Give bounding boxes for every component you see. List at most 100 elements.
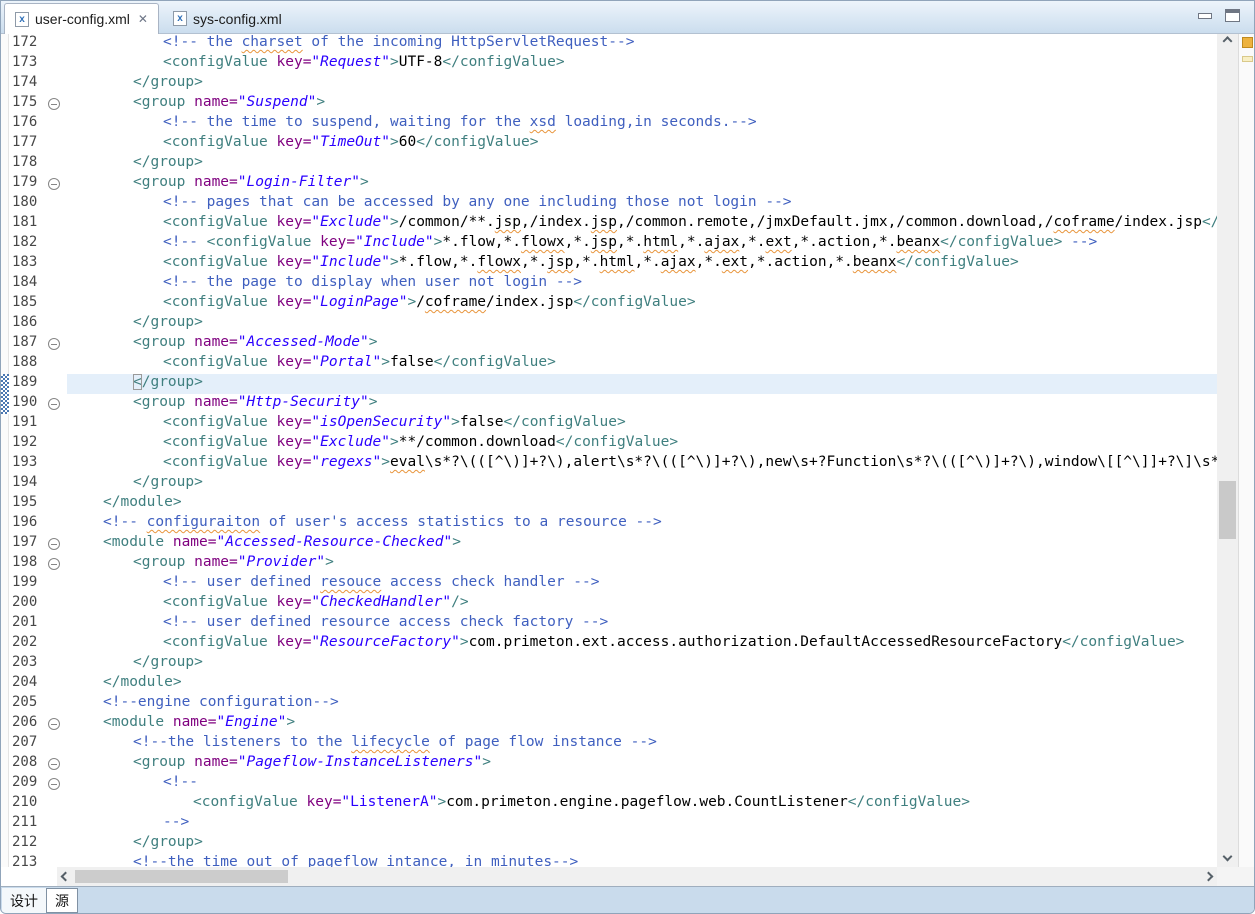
line-number: 207	[9, 734, 47, 754]
code-line[interactable]: </group>	[67, 474, 1217, 494]
code-line[interactable]: </group>	[67, 834, 1217, 854]
code-line[interactable]: </group>	[67, 654, 1217, 674]
code-line[interactable]: <!-- the charset of the incoming HttpSer…	[67, 34, 1217, 54]
line-number: 197	[9, 534, 47, 554]
horizontal-scrollbar[interactable]	[57, 867, 1217, 886]
code-token: eval	[390, 454, 425, 470]
code-token: "isOpenSecurity"	[311, 414, 451, 430]
code-line[interactable]: <group name="Suspend">	[67, 94, 1217, 114]
fold-collapse-icon[interactable]	[48, 758, 60, 770]
code-line[interactable]: <!-- user defined resource access check …	[67, 614, 1217, 634]
code-line[interactable]: </module>	[67, 494, 1217, 514]
code-token: >	[390, 54, 399, 70]
code-line[interactable]: <configValue key="Portal">false</configV…	[67, 354, 1217, 374]
code-line[interactable]: <group name="Http-Security">	[67, 394, 1217, 414]
line-number: 212	[9, 834, 47, 854]
fold-collapse-icon[interactable]	[48, 778, 60, 790]
code-line[interactable]: </group>	[67, 74, 1217, 94]
scroll-down-button[interactable]	[1217, 848, 1238, 865]
code-line[interactable]: <group name="Accessed-Mode">	[67, 334, 1217, 354]
code-line[interactable]: <module name="Engine">	[67, 714, 1217, 734]
code-line[interactable]: <!--engine configuration-->	[67, 694, 1217, 714]
code-line[interactable]: <group name="Login-Filter">	[67, 174, 1217, 194]
code-token: com.primeton.ext.access.authorization.De…	[469, 634, 1063, 650]
code-line[interactable]: <!--	[67, 774, 1217, 794]
code-line[interactable]: </group>	[67, 154, 1217, 174]
code-token: name=	[194, 754, 238, 770]
code-line[interactable]: <configValue key="ResourceFactory">com.p…	[67, 634, 1217, 654]
code-token: </group>	[133, 154, 203, 170]
overview-ruler[interactable]	[1238, 34, 1255, 867]
code-line[interactable]: <!-- <configValue key="Include">*.flow,*…	[67, 234, 1217, 254]
code-token: >	[286, 714, 295, 730]
xml-source-editor[interactable]: 1721731741751761771781791801811821831841…	[1, 34, 1217, 867]
code-line[interactable]: <!--the time out of pageflow intance, in…	[67, 854, 1217, 867]
fold-collapse-icon[interactable]	[48, 338, 60, 350]
code-line[interactable]: <configValue key="ListenerA">com.primeto…	[67, 794, 1217, 814]
line-number: 210	[9, 794, 47, 814]
editor-tab-bar: x user-config.xml ✕ x sys-config.xml	[1, 1, 1254, 34]
code-line[interactable]: <configValue key="isOpenSecurity">false<…	[67, 414, 1217, 434]
code-line[interactable]: <configValue key="Request">UTF-8</config…	[67, 54, 1217, 74]
code-line[interactable]: <!-- the page to display when user not l…	[67, 274, 1217, 294]
range-indicator	[1, 374, 9, 414]
code-line[interactable]: <configValue key="Exclude">/common/**.js…	[67, 214, 1217, 234]
code-token: <!-- user defined resource access check …	[163, 614, 608, 630]
tab-user-config-xml[interactable]: x user-config.xml ✕	[4, 3, 159, 34]
code-token: </group>	[133, 314, 203, 330]
fold-collapse-icon[interactable]	[48, 718, 60, 730]
fold-collapse-icon[interactable]	[48, 398, 60, 410]
line-number: 211	[9, 814, 47, 834]
code-line[interactable]: <module name="Accessed-Resource-Checked"…	[67, 534, 1217, 554]
code-token: >	[482, 754, 491, 770]
code-token: <!--	[163, 234, 207, 250]
code-line[interactable]: <configValue key="regexs">eval\s*?\(([^\…	[67, 454, 1217, 474]
scroll-up-button[interactable]	[1217, 34, 1238, 51]
code-line[interactable]: <!-- user defined resouce access check h…	[67, 574, 1217, 594]
bottom-tab-design[interactable]: 设计	[2, 888, 46, 913]
fold-row	[47, 594, 67, 614]
bottom-tab-source[interactable]: 源	[46, 888, 78, 913]
vertical-scrollbar[interactable]	[1217, 34, 1238, 867]
code-line[interactable]: </module>	[67, 674, 1217, 694]
fold-collapse-icon[interactable]	[48, 98, 60, 110]
fold-collapse-icon[interactable]	[48, 558, 60, 570]
overview-annotation-header[interactable]	[1242, 37, 1253, 48]
code-line[interactable]: -->	[67, 814, 1217, 834]
code-area[interactable]: <!-- the charset of the incoming HttpSer…	[67, 34, 1217, 867]
minimize-button[interactable]	[1198, 13, 1212, 19]
code-line[interactable]: <!-- the time to suspend, waiting for th…	[67, 114, 1217, 134]
code-line[interactable]: <!--the listeners to the lifecycle of pa…	[67, 734, 1217, 754]
fold-collapse-icon[interactable]	[48, 538, 60, 550]
horizontal-scroll-thumb[interactable]	[75, 870, 288, 883]
maximize-button[interactable]	[1225, 9, 1240, 22]
code-line[interactable]: <configValue key="Include">*.flow,*.flow…	[67, 254, 1217, 274]
code-token: >	[360, 174, 369, 190]
scroll-right-button[interactable]	[1200, 867, 1217, 886]
fold-row	[47, 474, 67, 494]
code-line[interactable]: <configValue key="CheckedHandler"/>	[67, 594, 1217, 614]
fold-collapse-icon[interactable]	[48, 178, 60, 190]
fold-row	[47, 794, 67, 814]
code-line[interactable]: <group name="Provider">	[67, 554, 1217, 574]
code-line[interactable]: <configValue key="TimeOut">60</configVal…	[67, 134, 1217, 154]
code-token: />	[451, 594, 468, 610]
line-number: 182	[9, 234, 47, 254]
close-icon[interactable]: ✕	[138, 13, 148, 25]
code-token: "Request"	[311, 54, 390, 70]
code-line[interactable]: <!-- pages that can be accessed by any o…	[67, 194, 1217, 214]
vertical-scroll-thumb[interactable]	[1219, 481, 1236, 539]
code-line[interactable]: <group name="Pageflow-InstanceListeners"…	[67, 754, 1217, 774]
scroll-left-button[interactable]	[57, 867, 74, 886]
code-line[interactable]: <configValue key="LoginPage">/coframe/in…	[67, 294, 1217, 314]
page-tab-bar: 设计 源	[2, 888, 78, 913]
code-line[interactable]: <configValue key="Exclude">**/common.dow…	[67, 434, 1217, 454]
code-line[interactable]: <!-- configuraiton of user's access stat…	[67, 514, 1217, 534]
tab-sys-config-xml[interactable]: x sys-config.xml	[163, 3, 292, 34]
code-line[interactable]: </group>	[67, 374, 1217, 394]
fold-row	[47, 554, 67, 574]
code-token: /	[416, 294, 425, 310]
overview-annotation-marker[interactable]	[1242, 56, 1253, 62]
code-token: name=	[173, 534, 217, 550]
code-line[interactable]: </group>	[67, 314, 1217, 334]
